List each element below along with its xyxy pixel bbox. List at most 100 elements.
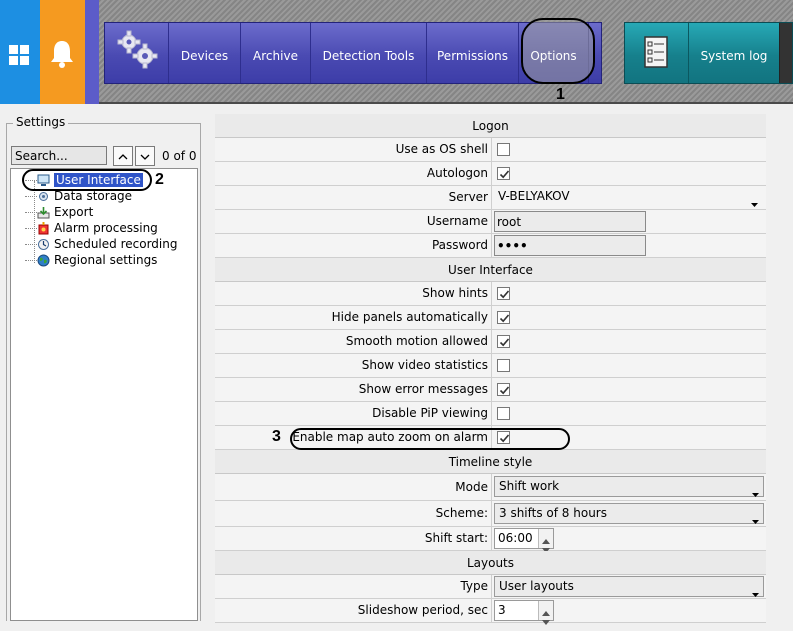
tab-options-label: Options	[530, 49, 577, 63]
smooth-motion-allowed-checkbox[interactable]	[497, 335, 510, 348]
autologon-checkbox[interactable]	[497, 167, 510, 180]
tree-item-export[interactable]: Export	[25, 204, 93, 220]
section-header-logon: Logon	[215, 114, 766, 138]
property-row-slideshow-period: Slideshow period, sec 3	[215, 599, 766, 625]
settings-title: Settings	[13, 115, 69, 129]
property-label: Mode	[215, 474, 492, 500]
tree-item-label: Export	[54, 205, 94, 219]
property-row-username: Username	[215, 210, 766, 234]
dropdown-value: User layouts	[499, 579, 574, 593]
timeline-scheme-dropdown[interactable]: 3 shifts of 8 hours	[494, 503, 764, 524]
check-mark-icon	[499, 290, 510, 299]
layout-type-dropdown[interactable]: User layouts	[494, 576, 764, 597]
spin-down-icon[interactable]	[542, 612, 550, 631]
search-next-button[interactable]	[135, 146, 155, 166]
settings-gear-button[interactable]	[105, 23, 169, 83]
search-previous-button[interactable]	[113, 146, 133, 166]
password-field[interactable]	[494, 235, 646, 256]
tree-item-label: Scheduled recording	[54, 237, 178, 251]
property-label: Slideshow period, sec	[215, 599, 492, 622]
annotation-number-1: 1	[556, 86, 565, 103]
grid-scroll-area	[766, 114, 793, 621]
scheduled-recording-icon	[37, 238, 50, 251]
property-label: Disable PiP viewing	[215, 402, 492, 425]
property-row-password: Password	[215, 234, 766, 258]
hide-panels-automatically-checkbox[interactable]	[497, 311, 510, 324]
property-label: Server	[215, 186, 492, 209]
check-mark-icon	[499, 338, 510, 347]
section-header-layouts: Layouts	[215, 551, 766, 575]
chevron-up-icon	[118, 149, 128, 163]
property-label: Shift start:	[215, 527, 492, 550]
shift-start-spinner[interactable]: 06:00	[494, 528, 554, 553]
property-label: Use as OS shell	[215, 138, 492, 161]
export-arrow-icon	[37, 206, 50, 219]
tree-item-label: Data storage	[54, 189, 133, 203]
username-field[interactable]	[494, 211, 646, 232]
check-mark-icon	[499, 170, 510, 179]
property-label: Hide panels automatically	[215, 306, 492, 329]
property-label: Username	[215, 210, 492, 233]
use-as-os-shell-checkbox[interactable]	[497, 143, 510, 156]
disable-pip-viewing-checkbox[interactable]	[497, 407, 510, 420]
top-bar: Devices Archive Detection Tools Permissi…	[0, 0, 793, 104]
dropdown-value: 3 shifts of 8 hours	[499, 506, 607, 520]
slideshow-period-spinner[interactable]: 3	[494, 600, 554, 625]
tab-permissions-label: Permissions	[437, 49, 508, 63]
globe-icon	[37, 254, 50, 267]
search-result-count: 0 of 0	[162, 149, 197, 163]
tab-system-log[interactable]: System log	[689, 23, 779, 83]
nav-filler-dark	[779, 23, 792, 83]
show-error-messages-checkbox[interactable]	[497, 383, 510, 396]
property-row-show-error-messages: Show error messages	[215, 378, 766, 402]
property-label: Show error messages	[215, 378, 492, 401]
property-label: Password	[215, 234, 492, 257]
tree-item-label: Regional settings	[54, 253, 158, 267]
tab-options[interactable]: Options	[519, 18, 595, 84]
check-mark-icon	[499, 314, 510, 323]
property-row-show-video-statistics: Show video statistics	[215, 354, 766, 378]
tab-archive[interactable]: Archive	[241, 23, 311, 83]
section-title: Layouts	[466, 555, 515, 570]
checklist-button[interactable]	[625, 23, 689, 83]
property-label: Show hints	[215, 282, 492, 305]
annotation-ring-user-interface	[22, 169, 152, 191]
property-row-autologon: Autologon	[215, 162, 766, 186]
show-hints-checkbox[interactable]	[497, 287, 510, 300]
tree-item-alarm-processing[interactable]: Alarm processing	[25, 220, 158, 236]
tab-detection-tools[interactable]: Detection Tools	[311, 23, 427, 83]
timeline-mode-dropdown[interactable]: Shift work	[494, 476, 764, 497]
search-input[interactable]	[11, 146, 107, 165]
bell-icon	[48, 38, 76, 70]
windows-icon	[8, 44, 30, 66]
annotation-ring-map-auto-zoom	[290, 428, 570, 450]
property-label: Type	[215, 575, 492, 598]
property-row-disable-pip-viewing: Disable PiP viewing	[215, 402, 766, 426]
section-title: User Interface	[448, 262, 533, 277]
chevron-down-icon	[140, 149, 150, 163]
property-grid: Logon Use as OS shell Autologon Server V…	[215, 114, 793, 625]
property-row-shift-start: Shift start: 06:00	[215, 527, 766, 553]
dropdown-value: Shift work	[499, 479, 560, 493]
tab-permissions[interactable]: Permissions	[427, 23, 519, 83]
storage-gear-icon	[37, 190, 50, 203]
property-label: Show video statistics	[215, 354, 492, 377]
server-dropdown[interactable]: V-BELYAKOV	[494, 187, 762, 208]
tab-devices-label: Devices	[180, 49, 229, 63]
property-row-smooth-motion-allowed: Smooth motion allowed	[215, 330, 766, 354]
tree-item-regional-settings[interactable]: Regional settings	[25, 252, 157, 268]
tab-devices[interactable]: Devices	[169, 23, 241, 83]
property-label: Autologon	[215, 162, 492, 185]
property-label: Scheme:	[215, 501, 492, 526]
property-row-mode: Mode Shift work	[215, 474, 766, 501]
annotation-number-2: 2	[155, 171, 164, 188]
dropdown-value: V-BELYAKOV	[498, 189, 570, 203]
tree-item-scheduled-recording[interactable]: Scheduled recording	[25, 236, 177, 252]
gears-icon	[115, 29, 159, 69]
show-video-statistics-checkbox[interactable]	[497, 359, 510, 372]
check-mark-icon	[499, 386, 510, 395]
annotation-number-3: 3	[272, 428, 281, 445]
tab-archive-label: Archive	[253, 49, 298, 63]
tab-system-log-label: System log	[700, 49, 768, 63]
section-header-timeline-style: Timeline style	[215, 450, 766, 474]
